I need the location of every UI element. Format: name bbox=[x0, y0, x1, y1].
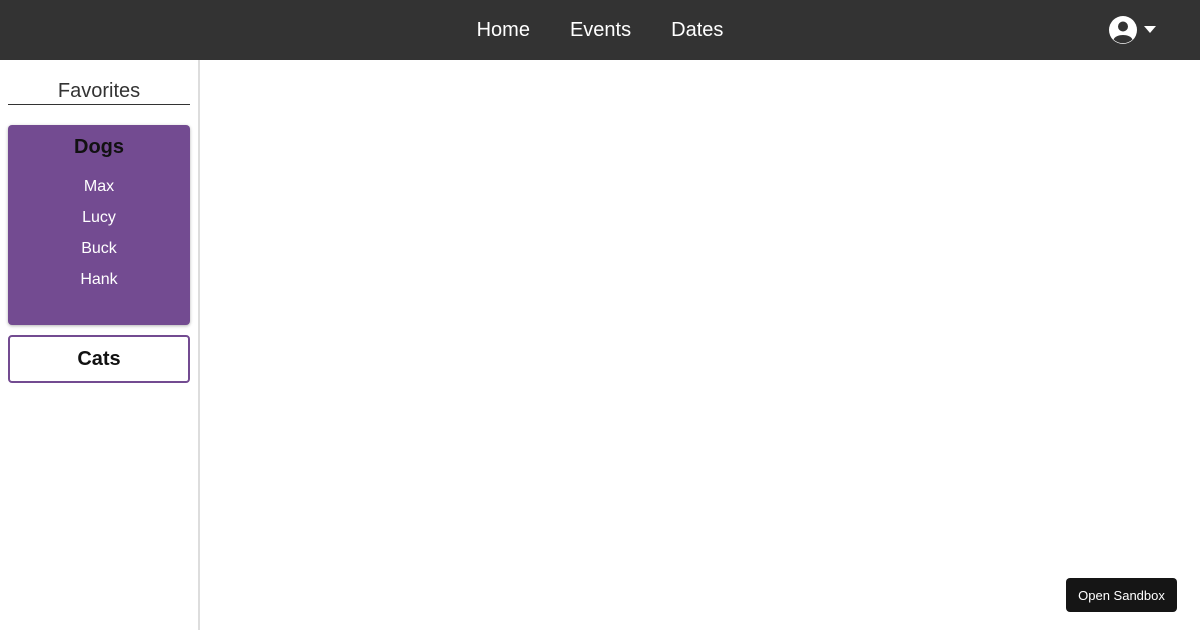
nav-link-events[interactable]: Events bbox=[550, 0, 651, 60]
favorites-group-dogs[interactable]: Dogs Max Lucy Buck Hank bbox=[8, 125, 190, 325]
main-nav: Home Events Dates bbox=[0, 0, 1200, 60]
account-menu-toggle[interactable] bbox=[1108, 15, 1156, 45]
list-item[interactable]: Hank bbox=[8, 270, 190, 301]
nav-link-dates[interactable]: Dates bbox=[651, 0, 743, 60]
group-items-dogs: Max Lucy Buck Hank bbox=[8, 177, 190, 301]
open-sandbox-button[interactable]: Open Sandbox bbox=[1066, 578, 1177, 612]
list-item[interactable]: Lucy bbox=[8, 208, 190, 239]
group-title-dogs[interactable]: Dogs bbox=[8, 135, 190, 159]
favorites-group-cats[interactable]: Cats bbox=[8, 335, 190, 383]
list-item[interactable]: Buck bbox=[8, 239, 190, 270]
list-item[interactable]: Max bbox=[8, 177, 190, 208]
caret-down-icon bbox=[1144, 26, 1156, 34]
sidebar-title: Favorites bbox=[8, 80, 190, 105]
group-title-cats: Cats bbox=[77, 347, 121, 370]
favorites-sidebar: Favorites Dogs Max Lucy Buck Hank Cats bbox=[0, 60, 200, 630]
user-circle-icon bbox=[1108, 15, 1138, 45]
nav-link-home[interactable]: Home bbox=[457, 0, 550, 60]
top-navbar: Home Events Dates bbox=[0, 0, 1200, 60]
